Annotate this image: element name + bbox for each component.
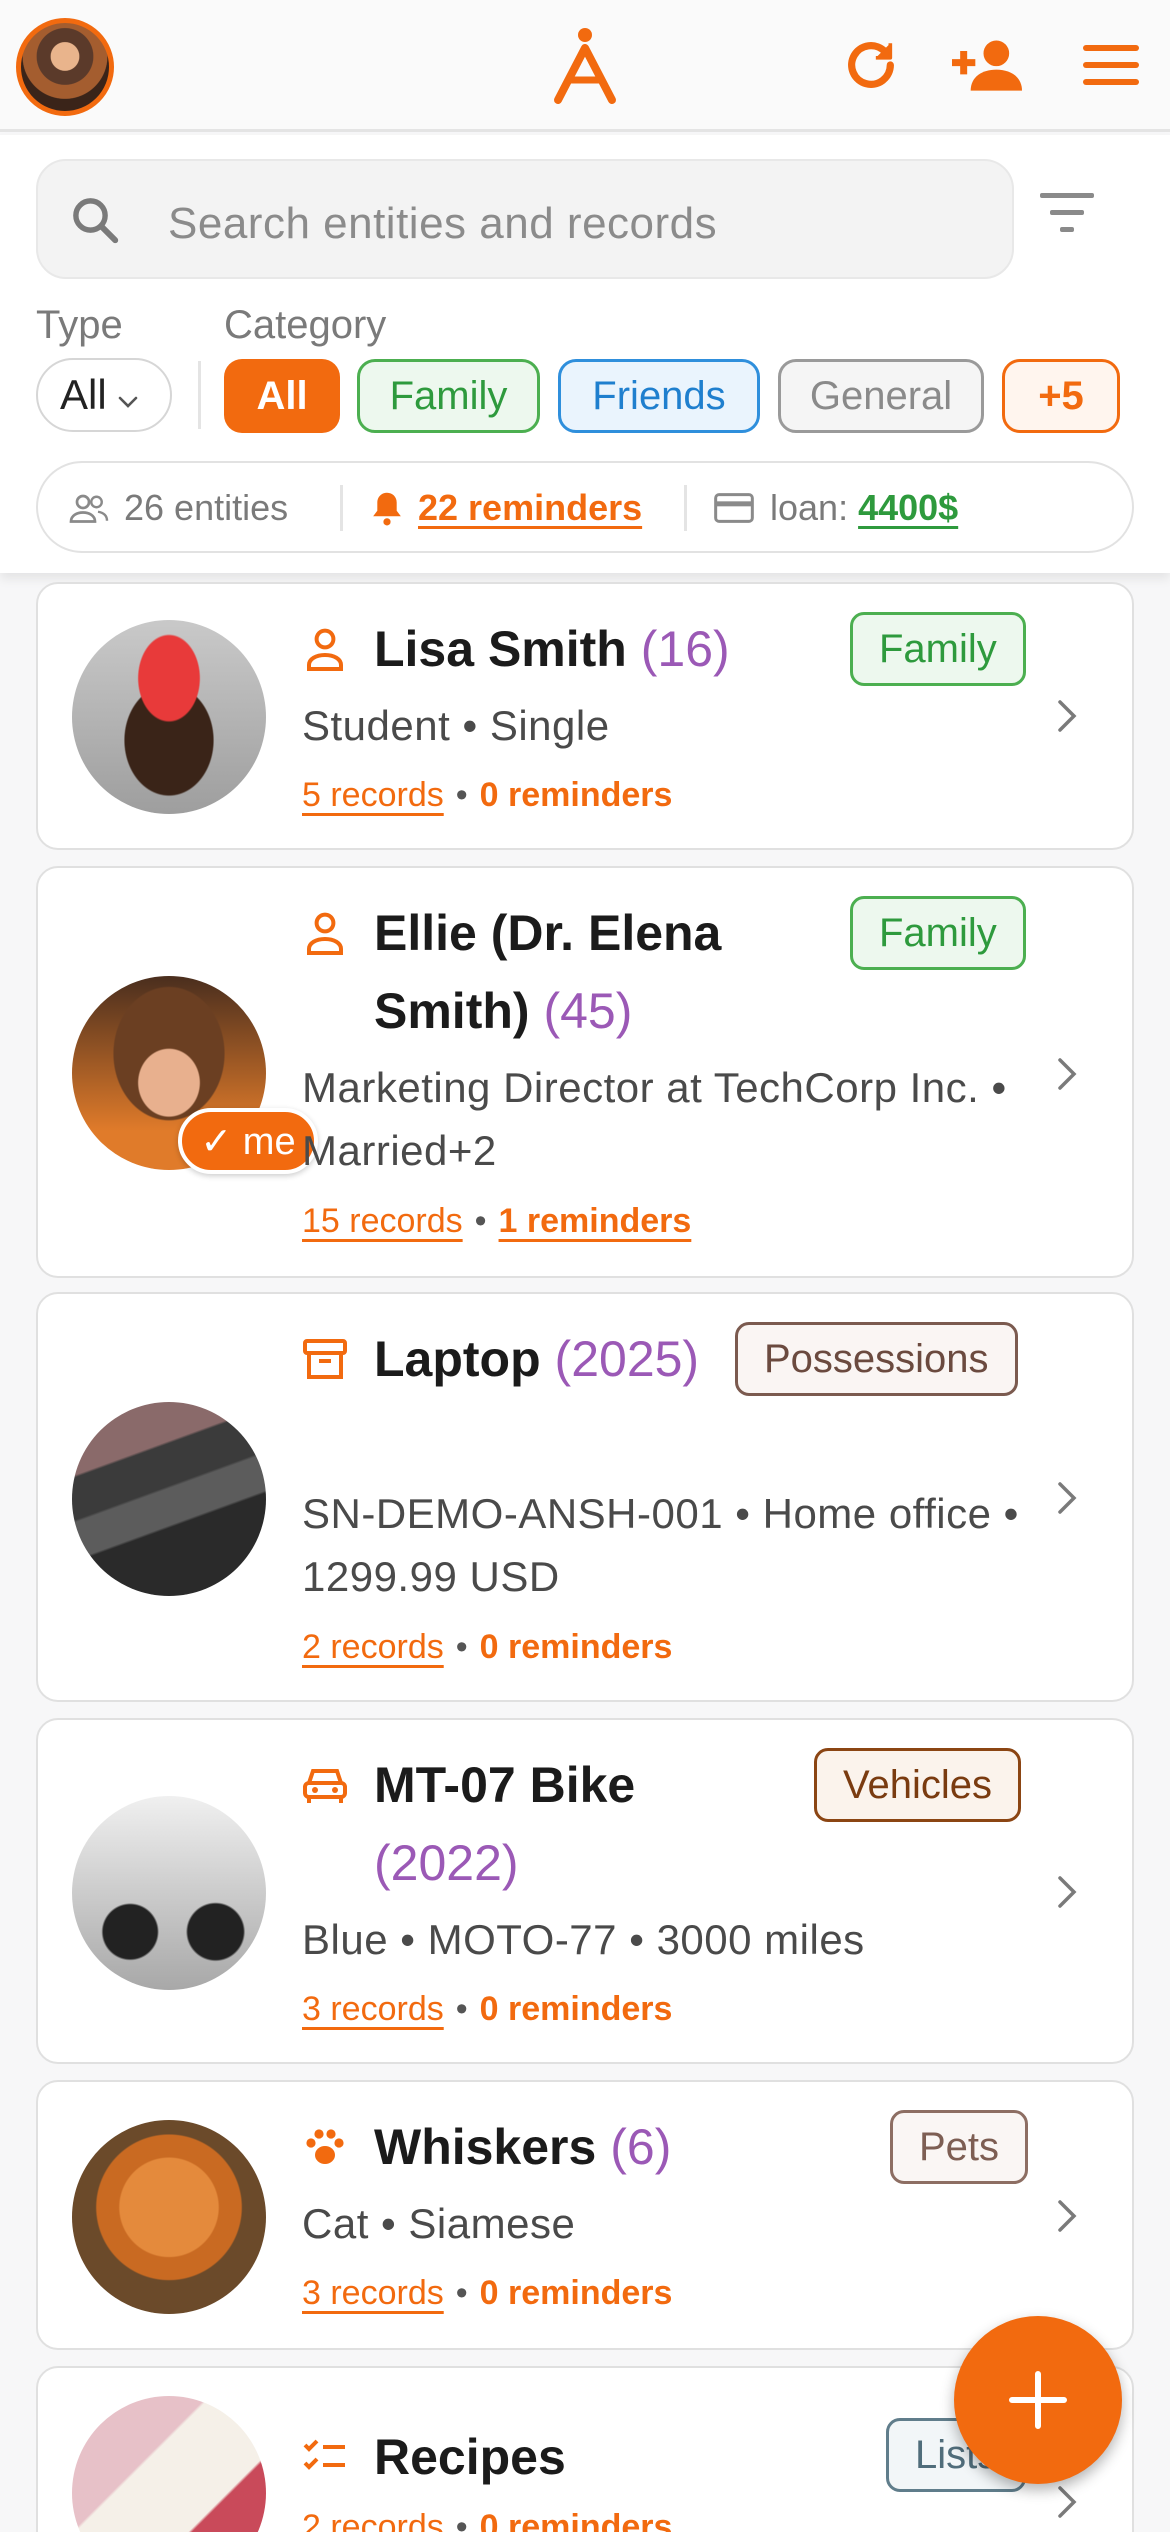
entity-details: Marketing Director at TechCorp Inc. • Ma… [302, 1064, 1007, 1174]
divider [198, 361, 201, 429]
entity-card[interactable]: Laptop (2025) Possessions SN-DEMO-ANSH-0… [36, 1292, 1134, 1702]
search-icon [68, 193, 122, 252]
checklist-icon [300, 2432, 350, 2482]
category-tag: Possessions [735, 1322, 1018, 1396]
filter-panel: Search entities and records Type Categor… [0, 135, 1170, 573]
records-link[interactable]: 2 records [302, 1628, 444, 1667]
entity-photo [72, 2396, 266, 2532]
category-tag: Family [850, 896, 1026, 970]
type-dropdown-value: All [60, 371, 107, 418]
entity-details: Student • Single [302, 702, 610, 749]
entity-name: MT-07 Bike (2022) [374, 1757, 636, 1891]
entity-name: Recipes [374, 2429, 566, 2485]
loan-stat: loan: 4400$ [714, 487, 958, 529]
entities-count: 26 entities [124, 487, 289, 528]
entity-age: (45) [543, 983, 633, 1039]
paw-icon [300, 2122, 350, 2172]
filter-icon[interactable] [1040, 193, 1094, 238]
me-badge: ✓ me [178, 1108, 318, 1174]
chevron-right-icon [1054, 1478, 1080, 1523]
search-placeholder: Search entities and records [168, 199, 718, 248]
divider [340, 485, 343, 531]
add-entity-button[interactable] [954, 2316, 1122, 2484]
chevron-right-icon [1054, 2482, 1080, 2527]
bell-icon [370, 490, 404, 526]
entity-meta: 3 records • 0 reminders [302, 2274, 673, 2313]
reminders-link[interactable]: 0 reminders [480, 1628, 673, 1667]
loan-label: loan: [770, 487, 849, 528]
entity-details: SN-DEMO-ANSH-001 • Home office • 1299.99… [302, 1490, 1019, 1600]
type-label: Type [36, 303, 123, 347]
entity-details: Cat • Siamese [302, 2200, 576, 2247]
category-tag: Pets [890, 2110, 1029, 2184]
entity-card[interactable]: Lisa Smith (16) Family Student • Single … [36, 582, 1134, 850]
reminders-stat[interactable]: 22 reminders [370, 487, 642, 529]
category-chip-all[interactable]: All [224, 359, 340, 433]
chevron-right-icon [1054, 1054, 1080, 1099]
reminders-link[interactable]: 1 reminders [499, 1202, 692, 1241]
reminders-link[interactable]: 0 reminders [480, 2508, 673, 2532]
reminders-link[interactable]: 0 reminders [480, 1990, 673, 2029]
entity-meta: 5 records • 0 reminders [302, 776, 673, 815]
category-tag: Family [850, 612, 1026, 686]
entity-name: Ellie (Dr. Elena Smith) (45) [374, 905, 722, 1039]
records-link[interactable]: 3 records [302, 1990, 444, 2029]
entity-photo [72, 2120, 266, 2314]
menu-icon[interactable] [1076, 30, 1146, 100]
app-logo-icon [550, 26, 620, 106]
type-dropdown[interactable]: All [36, 358, 172, 432]
records-link[interactable]: 3 records [302, 2274, 444, 2313]
card-icon [714, 492, 754, 524]
entity-photo [72, 1796, 266, 1990]
reminders-link[interactable]: 0 reminders [480, 776, 673, 815]
chevron-down-icon [117, 371, 139, 419]
reminders-link[interactable]: 0 reminders [480, 2274, 673, 2313]
chevron-right-icon [1054, 696, 1080, 741]
search-input[interactable]: Search entities and records [36, 159, 1014, 279]
entity-details: Blue • MOTO-77 • 3000 miles [302, 1916, 865, 1963]
category-label: Category [224, 303, 387, 347]
divider [684, 485, 687, 531]
entity-card[interactable]: Whiskers (6) Pets Cat • Siamese 3 record… [36, 2080, 1134, 2350]
category-chip-family[interactable]: Family [357, 359, 540, 433]
plus-icon [1008, 2370, 1068, 2430]
add-person-icon[interactable] [952, 30, 1022, 100]
entity-meta: 3 records • 0 reminders [302, 1990, 673, 2029]
entity-name: Laptop (2025) [374, 1331, 700, 1387]
entity-card[interactable]: MT-07 Bike (2022) Vehicles Blue • MOTO-7… [36, 1718, 1134, 2064]
entity-photo [72, 1402, 266, 1596]
entity-meta: 2 records • 0 reminders [302, 1628, 673, 1667]
entity-name: Lisa Smith (16) [374, 621, 730, 677]
records-link[interactable]: 5 records [302, 776, 444, 815]
archive-icon [300, 1334, 350, 1384]
entity-card[interactable]: ✓ me Ellie (Dr. Elena Smith) (45) Family… [36, 866, 1134, 1278]
entity-name: Whiskers (6) [374, 2119, 672, 2175]
person-icon [300, 908, 350, 958]
car-icon [300, 1760, 350, 1810]
records-link[interactable]: 2 records [302, 2508, 444, 2532]
loan-value[interactable]: 4400$ [858, 487, 958, 529]
category-chip-general[interactable]: General [778, 359, 984, 433]
entity-meta: 15 records • 1 reminders [302, 1202, 692, 1241]
people-icon [68, 493, 110, 523]
entity-age: (2022) [374, 1835, 519, 1891]
top-app-bar [0, 0, 1170, 132]
category-chip-friends[interactable]: Friends [558, 359, 760, 433]
entities-stat: 26 entities [68, 487, 288, 529]
stats-bar: 26 entities 22 reminders loan: 4400$ [36, 461, 1134, 553]
category-chip-more[interactable]: +5 [1002, 359, 1120, 433]
chevron-right-icon [1054, 1872, 1080, 1917]
entity-photo [72, 620, 266, 814]
category-tag: Vehicles [814, 1748, 1021, 1822]
records-link[interactable]: 15 records [302, 1202, 463, 1241]
refresh-icon[interactable] [836, 30, 906, 100]
entity-age: (6) [610, 2119, 672, 2175]
entity-age: (16) [640, 621, 730, 677]
person-icon [300, 624, 350, 674]
reminders-count[interactable]: 22 reminders [418, 487, 642, 529]
user-avatar[interactable] [16, 18, 114, 116]
chevron-right-icon [1054, 2196, 1080, 2241]
entity-age: (2025) [554, 1331, 700, 1387]
entity-meta: 2 records • 0 reminders [302, 2508, 672, 2532]
